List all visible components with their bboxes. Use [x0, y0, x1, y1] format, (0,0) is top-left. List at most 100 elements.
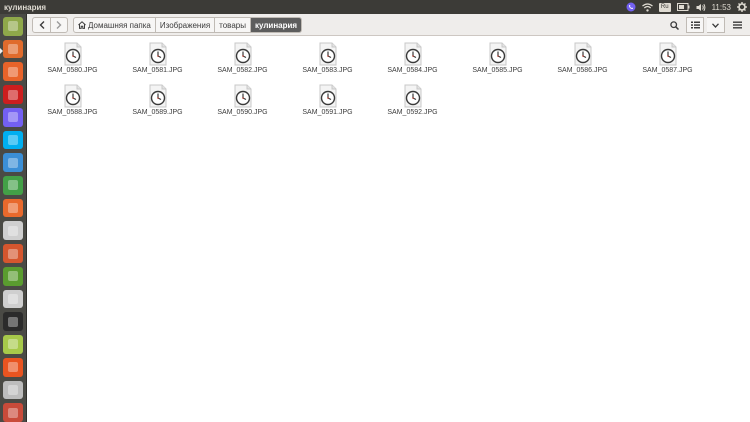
- image-loading-clock-icon: [319, 84, 336, 108]
- file-name: SAM_0592.JPG: [387, 109, 438, 116]
- image-loading-clock-icon: [234, 42, 251, 66]
- view-tools: [665, 17, 746, 33]
- firefox-icon: [8, 66, 18, 77]
- menu-button[interactable]: [728, 17, 746, 33]
- file-name: SAM_0581.JPG: [132, 67, 183, 74]
- viber-tray-icon[interactable]: [626, 2, 636, 12]
- launcher-libreoffice-calc[interactable]: [3, 176, 23, 195]
- breadcrumb-goods[interactable]: товары: [214, 18, 250, 32]
- image-loading-clock-icon: [149, 42, 166, 66]
- launcher-software-center[interactable]: [3, 357, 23, 377]
- file-item[interactable]: SAM_0592.JPG: [370, 84, 455, 121]
- launcher-firefox[interactable]: [3, 62, 23, 82]
- file-name: SAM_0586.JPG: [557, 67, 608, 74]
- file-name: SAM_0591.JPG: [302, 109, 353, 116]
- terminal-icon: [8, 316, 18, 327]
- file-item[interactable]: SAM_0586.JPG: [540, 42, 625, 79]
- launcher-system-settings[interactable]: [3, 244, 23, 263]
- image-loading-clock-icon: [404, 42, 421, 66]
- battery-icon[interactable]: [676, 3, 690, 11]
- file-item[interactable]: SAM_0583.JPG: [285, 42, 370, 79]
- image-loading-clock-icon: [234, 84, 251, 108]
- file-item[interactable]: SAM_0587.JPG: [625, 42, 710, 79]
- launcher-terminal[interactable]: [3, 312, 23, 332]
- image-loading-clock-icon: [659, 42, 676, 66]
- system-settings-icon: [8, 248, 18, 259]
- image-viewer-icon: [8, 225, 18, 236]
- launcher-files[interactable]: [0, 39, 23, 59]
- launcher-dash-home[interactable]: [3, 17, 23, 36]
- app-green-icon: [8, 271, 18, 282]
- view-options-button[interactable]: [707, 17, 725, 33]
- top-panel: кулинария Ru 11:53: [0, 0, 750, 14]
- forward-button[interactable]: [50, 18, 67, 32]
- volume-icon[interactable]: [696, 3, 706, 12]
- skype-icon: [8, 134, 18, 145]
- file-item[interactable]: SAM_0589.JPG: [115, 84, 200, 121]
- breadcrumb-current[interactable]: кулинария: [250, 18, 302, 32]
- files-icon: [8, 44, 18, 55]
- viber-icon: [8, 112, 18, 123]
- launcher-app-green[interactable]: [3, 266, 23, 286]
- launcher-add-image[interactable]: [3, 335, 23, 354]
- software-center-icon: [8, 362, 18, 373]
- list-view-icon: [690, 21, 700, 29]
- opera-icon: [8, 89, 18, 100]
- chevron-right-icon: [56, 21, 62, 29]
- clock[interactable]: 11:53: [712, 3, 731, 12]
- launcher-skype[interactable]: [3, 130, 23, 150]
- file-item[interactable]: SAM_0591.JPG: [285, 84, 370, 121]
- breadcrumb-home[interactable]: Домашняя папка: [74, 18, 155, 32]
- image-loading-clock-icon: [489, 42, 506, 66]
- breadcrumb-images[interactable]: Изображения: [154, 18, 214, 32]
- libreoffice-impress-icon: [8, 203, 18, 214]
- launcher-image-viewer-2[interactable]: [3, 289, 23, 309]
- running-indicator: [0, 47, 3, 54]
- launcher-libreoffice-impress[interactable]: [3, 198, 23, 218]
- file-name: SAM_0587.JPG: [642, 67, 693, 74]
- file-item[interactable]: SAM_0584.JPG: [370, 42, 455, 79]
- libreoffice-calc-icon: [8, 180, 18, 191]
- keyboard-layout-icon[interactable]: Ru: [658, 2, 671, 12]
- image-viewer-2-icon: [8, 293, 18, 304]
- launcher-opera[interactable]: [3, 85, 23, 104]
- image-loading-clock-icon: [149, 84, 166, 108]
- breadcrumb-label: кулинария: [255, 20, 298, 30]
- image-loading-clock-icon: [574, 42, 591, 66]
- search-icon: [669, 20, 679, 30]
- hamburger-menu-icon: [732, 21, 742, 29]
- home-icon: [78, 21, 86, 29]
- file-grid: SAM_0580.JPG SAM_0581.JPG SAM_0582.JPG SAM_…: [30, 42, 746, 121]
- list-view-button[interactable]: [686, 17, 704, 33]
- file-name: SAM_0588.JPG: [47, 109, 98, 116]
- breadcrumb-label: Домашняя папка: [88, 20, 151, 30]
- nav-buttons: [32, 17, 68, 33]
- file-item[interactable]: SAM_0585.JPG: [455, 42, 540, 79]
- launcher-printer[interactable]: [3, 380, 23, 400]
- image-loading-clock-icon: [319, 42, 336, 66]
- settings-gear-icon[interactable]: [737, 2, 747, 12]
- search-button[interactable]: [665, 17, 683, 33]
- launcher: [0, 14, 27, 422]
- launcher-trash[interactable]: [3, 403, 23, 422]
- libreoffice-writer-icon: [8, 157, 18, 168]
- launcher-libreoffice-writer[interactable]: [3, 153, 23, 173]
- file-item[interactable]: SAM_0581.JPG: [115, 42, 200, 79]
- active-app-title: кулинария: [4, 2, 47, 12]
- breadcrumb-label: товары: [219, 20, 246, 30]
- printer-icon: [8, 384, 18, 395]
- file-name: SAM_0589.JPG: [132, 109, 183, 116]
- file-name: SAM_0585.JPG: [472, 67, 523, 74]
- wifi-icon[interactable]: [642, 2, 653, 12]
- back-button[interactable]: [33, 18, 50, 32]
- file-manager-window: Домашняя папка Изображения товары кулина…: [27, 14, 750, 422]
- file-item[interactable]: SAM_0580.JPG: [30, 42, 115, 79]
- chevron-left-icon: [39, 21, 44, 29]
- launcher-image-viewer[interactable]: [3, 221, 23, 241]
- indicator-area: Ru 11:53: [626, 0, 747, 14]
- file-item[interactable]: SAM_0582.JPG: [200, 42, 285, 79]
- file-item[interactable]: SAM_0588.JPG: [30, 84, 115, 121]
- image-loading-clock-icon: [64, 84, 81, 108]
- file-item[interactable]: SAM_0590.JPG: [200, 84, 285, 121]
- launcher-viber[interactable]: [3, 107, 23, 127]
